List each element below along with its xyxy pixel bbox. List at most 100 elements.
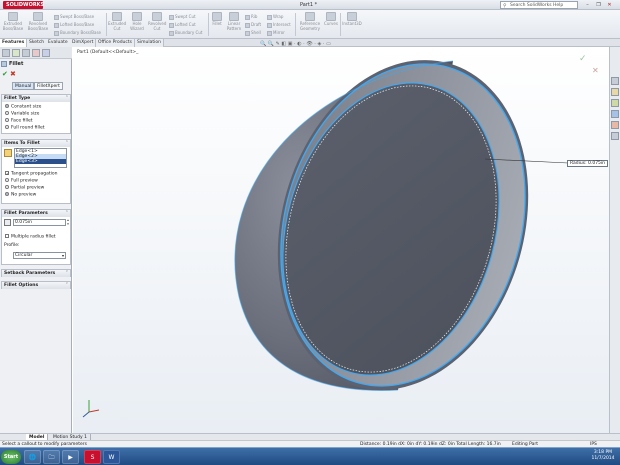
explorer-icon[interactable]: 🌐	[24, 450, 41, 464]
feature-tree-flyout[interactable]: Part1 (Default<<Default>_	[77, 50, 138, 55]
word-icon[interactable]: W	[103, 450, 120, 464]
radius-callout[interactable]: Radius: 0.075in	[567, 160, 609, 167]
rib-button[interactable]: Rib	[245, 13, 261, 21]
reference-geometry-button[interactable]: Reference Geometry	[297, 12, 323, 37]
design-library-icon[interactable]	[611, 88, 619, 96]
lofted-cut-button[interactable]: Lofted Cut	[169, 21, 202, 29]
divider	[295, 13, 296, 36]
close-window-button[interactable]: ✕	[605, 1, 614, 9]
multiple-radius-checkbox[interactable]: Multiple radius fillet	[5, 234, 56, 240]
mirror-icon	[267, 30, 272, 36]
swept-cut-button[interactable]: Swept Cut	[169, 13, 202, 21]
tab-office-products[interactable]: Office Products	[96, 39, 135, 47]
resources-icon[interactable]	[611, 77, 619, 85]
hole-wizard-button[interactable]: Hole Wizard	[128, 12, 146, 37]
extruded-boss-button[interactable]: Extruded Boss/Base	[2, 12, 24, 37]
model-viewport: ✓ ✕	[82, 47, 599, 420]
wrap-icon	[267, 14, 272, 20]
shell-button[interactable]: Shell	[245, 29, 261, 37]
bottom-tabs: Model Motion Study 1	[0, 433, 620, 441]
folder-icon[interactable]: 🗀	[43, 450, 60, 464]
group-header[interactable]: Items To Fillet ˄	[2, 140, 70, 147]
curves-button[interactable]: Curves	[324, 12, 338, 37]
swept-cut-icon	[169, 14, 174, 20]
view-palette-icon[interactable]	[611, 110, 619, 118]
solidworks-logo[interactable]: SOLIDWORKS	[3, 1, 44, 9]
fillet-parameters-group: Fillet Parameters ˄ 0.075in ▴ ▾ Multiple r…	[1, 209, 71, 265]
media-player-icon[interactable]: ▶	[62, 450, 79, 464]
fillet-options-group[interactable]: Fillet Options ˅	[1, 281, 71, 289]
tab-simulation[interactable]: Simulation	[135, 39, 164, 47]
radius-input[interactable]: 0.075in	[13, 219, 66, 226]
radio-partial-preview[interactable]: Partial preview	[5, 185, 44, 191]
dimxpert-manager-icon[interactable]	[32, 49, 40, 57]
help-search-input[interactable]: ⚲ Search SolidWorks Help	[500, 1, 578, 9]
cancel-button[interactable]: ✖	[10, 70, 16, 78]
tab-dimxpert[interactable]: DimXpert	[70, 39, 97, 47]
radio-variable-size[interactable]: Variable size	[5, 111, 39, 117]
profile-dropdown[interactable]: Circular ▾	[13, 252, 66, 259]
restore-button[interactable]: ❐	[594, 1, 603, 9]
radio-face-fillet[interactable]: Face fillet	[5, 118, 32, 124]
group-header[interactable]: Fillet Type ˄	[2, 95, 70, 102]
group-header[interactable]: Setback Parameters ˅	[2, 270, 70, 277]
feature-manager-icon[interactable]	[2, 49, 10, 57]
edge-selection-list[interactable]: Edge<1> Edge<2> Edge<3>	[14, 148, 67, 168]
extruded-cut-button[interactable]: Extruded Cut	[108, 12, 126, 37]
tab-evaluate[interactable]: Evaluate	[46, 39, 71, 47]
custom-properties-icon[interactable]	[611, 132, 619, 140]
list-item[interactable]: Edge<3>	[15, 159, 66, 164]
checkmark-icon: ✓	[5, 171, 10, 176]
intersect-button[interactable]: Intersect	[267, 21, 291, 29]
start-button[interactable]: Start	[1, 450, 21, 464]
revolve-icon	[33, 12, 43, 21]
extruded-cut-icon	[112, 12, 122, 21]
windows-taskbar: Start 🌐 🗀 ▶ S W 3:18 PM 11/7/2014	[0, 447, 620, 465]
tab-manual[interactable]: Manual	[12, 82, 35, 90]
chevron-down-icon: ▾	[61, 253, 64, 258]
clock-date: 11/7/2014	[591, 456, 615, 461]
lofted-boss-button[interactable]: Lofted Boss/Base	[54, 21, 101, 29]
setback-parameters-group[interactable]: Setback Parameters ˅	[1, 269, 71, 277]
wrap-button[interactable]: Wrap	[267, 13, 291, 21]
task-pane	[609, 47, 620, 433]
help-search-placeholder: Search SolidWorks Help	[510, 3, 564, 8]
manager-tabs	[0, 47, 72, 59]
mirror-button[interactable]: Mirror	[267, 29, 291, 37]
linear-pattern-button[interactable]: Linear Pattern	[225, 12, 243, 37]
tangent-propagation-checkbox[interactable]: ✓ Tangent propagation	[5, 171, 58, 177]
revolved-boss-button[interactable]: Revolved Boss/Base	[26, 12, 50, 37]
tab-sketch[interactable]: Sketch	[27, 39, 48, 47]
model-body[interactable]	[234, 47, 566, 420]
draft-button[interactable]: Draft	[245, 21, 261, 29]
group-header[interactable]: Fillet Parameters ˄	[2, 210, 70, 217]
solidworks-taskbar-icon[interactable]: S	[84, 450, 101, 464]
configuration-manager-icon[interactable]	[22, 49, 30, 57]
boundary-boss-button[interactable]: Boundary Boss/Base	[54, 29, 101, 37]
clock[interactable]: 3:18 PM 11/7/2014	[588, 450, 618, 462]
confirm-check-icon[interactable]: ✓	[579, 54, 587, 64]
radio-full-round[interactable]: Full round fillet	[5, 125, 45, 131]
radio-full-preview[interactable]: Full preview	[5, 178, 38, 184]
heads-up-view-toolbar[interactable]: 🔍 🔍 ✎ ◧ ▣ · ◐ · 👁 · ◈ · ▭	[260, 41, 331, 47]
confirm-cancel-icon[interactable]: ✕	[592, 66, 599, 75]
revolved-cut-button[interactable]: Revolved Cut	[148, 12, 166, 37]
instant3d-button[interactable]: Instant3D	[342, 12, 362, 37]
file-explorer-icon[interactable]	[611, 99, 619, 107]
radio-constant-size[interactable]: Constant size	[5, 104, 41, 110]
appearances-icon[interactable]	[611, 121, 619, 129]
group-header[interactable]: Fillet Options ˅	[2, 282, 70, 289]
tab-filletxpert[interactable]: FilletXpert	[34, 82, 63, 90]
hole-wizard-icon	[132, 12, 142, 21]
tab-features[interactable]: Features	[0, 39, 28, 47]
display-manager-icon[interactable]	[42, 49, 50, 57]
graphics-area[interactable]: ✓ ✕ Radius: 0.075in	[73, 47, 609, 433]
boundary-cut-button[interactable]: Boundary Cut	[169, 29, 202, 37]
minimize-button[interactable]: –	[583, 1, 592, 9]
radio-no-preview[interactable]: No preview	[5, 192, 36, 198]
ok-button[interactable]: ✔	[2, 70, 8, 78]
radius-spinner[interactable]: ▴ ▾	[66, 218, 70, 226]
property-manager-icon[interactable]	[12, 49, 20, 57]
swept-boss-button[interactable]: Swept Boss/Base	[54, 13, 101, 21]
fillet-button[interactable]: Fillet	[210, 12, 224, 37]
